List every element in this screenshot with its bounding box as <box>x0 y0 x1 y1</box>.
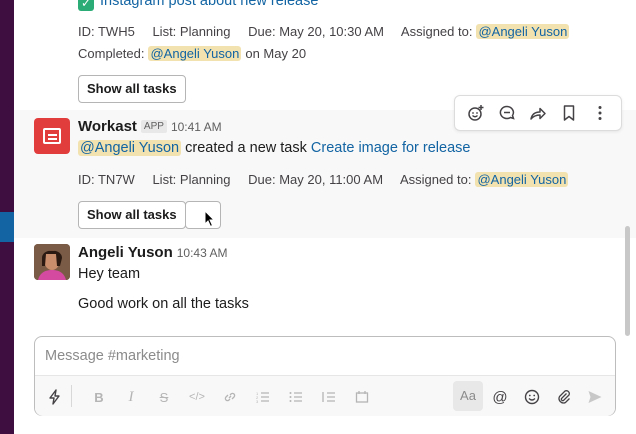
assigned-user-mention[interactable]: @Angeli Yuson <box>475 172 569 187</box>
bulleted-list-icon[interactable] <box>286 387 306 407</box>
task-list: List: Planning <box>152 172 231 187</box>
completed-date: on May 20 <box>245 46 307 61</box>
toolbar-divider <box>71 385 72 407</box>
task-completed: Completed: @Angeli Yuson on May 20 <box>78 46 320 61</box>
shortcuts-icon[interactable] <box>45 387 65 407</box>
message-pane: ✓ Instagram post about new release ID: TW… <box>14 0 636 434</box>
sidebar-active-indicator <box>0 212 14 242</box>
mention-icon[interactable]: @ <box>490 387 510 407</box>
strikethrough-icon[interactable]: S <box>154 387 174 407</box>
italic-icon[interactable]: I <box>121 387 141 407</box>
workast-app-icon[interactable] <box>34 118 70 154</box>
completed-label: Completed: <box>78 46 145 61</box>
task-meta: ID: TN7W List: Planning Due: May 20, 11:… <box>78 172 582 187</box>
reply-in-thread-icon[interactable] <box>496 102 518 124</box>
message-body: @Angeli Yuson created a new task Create … <box>78 140 470 156</box>
task-title-link[interactable]: Instagram post about new release <box>100 0 318 9</box>
show-all-tasks-button[interactable]: Show all tasks <box>78 201 186 229</box>
composer-toolbar: B I S </> 123 Aa @ <box>35 375 615 416</box>
message-text: Good work on all the tasks <box>78 296 249 312</box>
send-icon[interactable] <box>585 387 605 407</box>
message-composer: Message #marketing B I S </> 123 Aa @ <box>34 336 616 416</box>
task-id: ID: TN7W <box>78 172 135 187</box>
bold-icon[interactable]: B <box>89 387 109 407</box>
attach-icon[interactable] <box>554 387 574 407</box>
action-text: created a new task <box>185 140 307 156</box>
task-list: List: Planning <box>152 24 231 39</box>
sender-name[interactable]: Workast <box>78 118 137 135</box>
task-id: ID: TWH5 <box>78 24 135 39</box>
task-due: Due: May 20, 11:00 AM <box>248 172 384 187</box>
message-time[interactable]: 10:43 AM <box>177 246 228 260</box>
message-top: ✓ Instagram post about new release ID: TW… <box>14 0 636 110</box>
svg-text:3: 3 <box>256 399 259 404</box>
blockquote-icon[interactable] <box>319 387 339 407</box>
emoji-icon[interactable] <box>522 387 542 407</box>
task-title-line: ✓ Instagram post about new release <box>78 0 318 11</box>
formatting-toggle-icon[interactable]: Aa <box>453 381 483 411</box>
message-time[interactable]: 10:41 AM <box>171 120 222 134</box>
scrollbar[interactable] <box>625 226 630 336</box>
ordered-list-icon[interactable]: 123 <box>253 387 273 407</box>
app-badge: APP <box>140 120 167 133</box>
completed-user-mention[interactable]: @Angeli Yuson <box>148 46 242 61</box>
message-actions-toolbar <box>454 95 622 131</box>
assigned-user-mention[interactable]: @Angeli Yuson <box>476 24 570 39</box>
code-block-icon[interactable] <box>352 387 372 407</box>
message-input[interactable]: Message #marketing <box>45 348 180 364</box>
link-icon[interactable] <box>220 387 240 407</box>
checkmark-icon: ✓ <box>78 0 94 11</box>
assigned-label: Assigned to: <box>400 24 473 39</box>
show-all-tasks-button[interactable]: Show all tasks <box>78 75 186 103</box>
message-header: Workast APP 10:41 AM <box>78 118 222 135</box>
bookmark-icon[interactable] <box>558 102 580 124</box>
mouse-cursor-icon <box>204 209 216 233</box>
sender-name[interactable]: Angeli Yuson <box>78 244 173 261</box>
message-header: Angeli Yuson 10:43 AM <box>78 244 227 261</box>
task-meta: ID: TWH5 List: Planning Due: May 20, 10:… <box>78 24 583 39</box>
more-actions-icon[interactable] <box>589 102 611 124</box>
sidebar-edge <box>0 0 14 434</box>
code-icon[interactable]: </> <box>187 387 207 407</box>
add-reaction-icon[interactable] <box>465 102 487 124</box>
share-icon[interactable] <box>527 102 549 124</box>
assigned-label: Assigned to: <box>399 172 472 187</box>
task-due: Due: May 20, 10:30 AM <box>248 24 384 39</box>
message-angeli: Angeli Yuson 10:43 AM Hey team Good work … <box>14 238 636 328</box>
message-text: Hey team <box>78 266 141 282</box>
mention[interactable]: @Angeli Yuson <box>78 140 182 156</box>
task-link[interactable]: Create image for release <box>311 140 471 156</box>
avatar[interactable] <box>34 244 70 280</box>
